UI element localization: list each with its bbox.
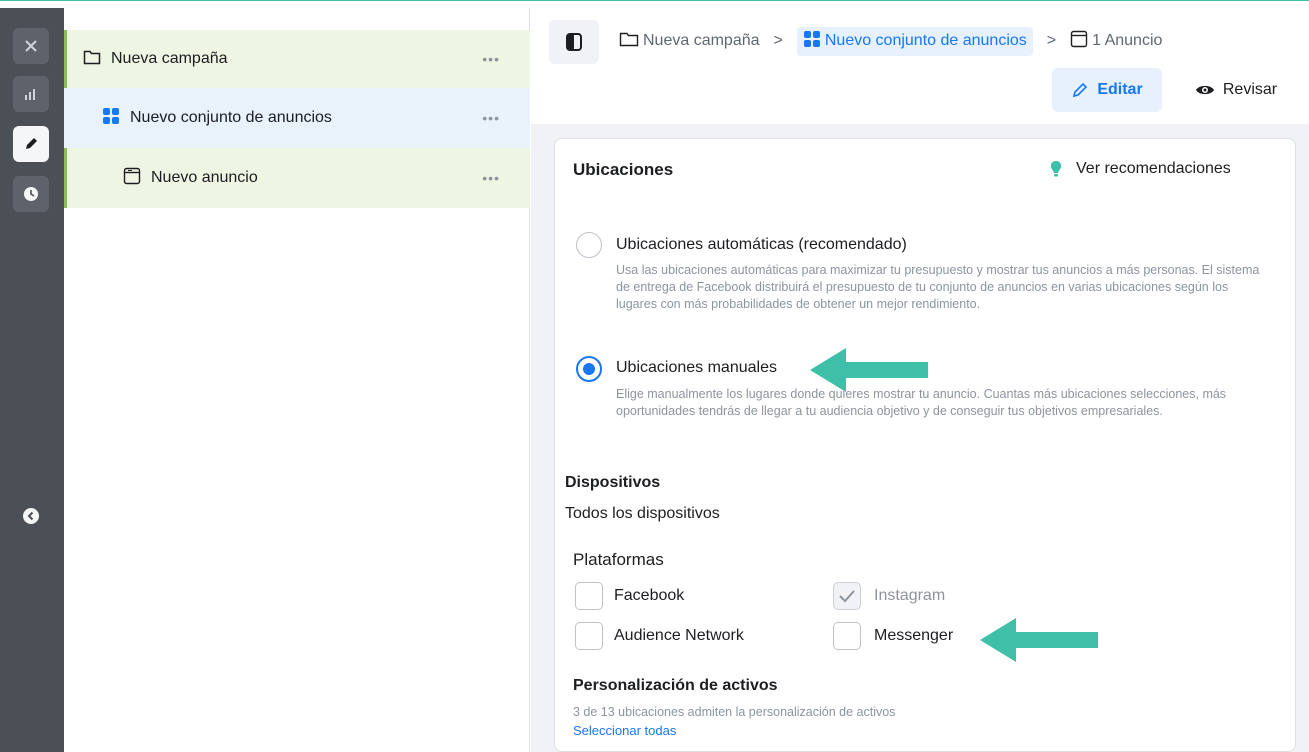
tree-item-label: Nuevo anuncio (151, 169, 258, 186)
reports-button[interactable] (13, 76, 49, 112)
facebook-label: Facebook (614, 587, 685, 604)
messenger-checkbox[interactable] (833, 622, 861, 650)
edit-label: Editar (1097, 81, 1143, 98)
instagram-label: Instagram (874, 587, 946, 604)
left-rail (0, 8, 64, 752)
breadcrumb-label: Nuevo conjunto de anuncios (824, 32, 1027, 49)
window-frame (0, 0, 1309, 5)
breadcrumb: Nueva campaña > Nuevo conjunto de anunci… (619, 26, 1162, 56)
messenger-label: Messenger (874, 627, 954, 644)
manual-placements-radio[interactable] (576, 356, 602, 382)
placements-card (554, 138, 1296, 752)
ad-icon (1070, 30, 1088, 53)
breadcrumb-campaign[interactable]: Nueva campaña (619, 31, 760, 52)
automatic-placements-description: Usa las ubicaciones automáticas para max… (616, 263, 1260, 311)
review-label: Revisar (1222, 81, 1278, 98)
editor-header: Nueva campaña > Nuevo conjunto de anunci… (531, 8, 1309, 124)
recommendations-label: Ver recomendaciones (1076, 160, 1231, 177)
asset-customization-description: 3 de 13 ubicaciones admiten la personali… (573, 705, 896, 719)
collapse-button[interactable] (13, 498, 49, 534)
platforms-title: Plataformas (573, 550, 664, 569)
arrow-annotation-manual (810, 348, 928, 392)
breadcrumb-ad[interactable]: 1 Anuncio (1070, 30, 1162, 53)
tree-item-adset[interactable]: Nuevo conjunto de anuncios ••• (64, 88, 530, 148)
pencil-icon (26, 138, 37, 149)
facebook-checkbox[interactable] (575, 582, 603, 610)
lightbulb-icon (1050, 161, 1062, 177)
audience-network-label: Audience Network (614, 627, 744, 644)
more-options-button[interactable]: ••• (482, 51, 500, 67)
asset-customization-title: Personalización de activos (573, 677, 778, 694)
ad-icon (123, 167, 141, 190)
tree-item-label: Nueva campaña (111, 50, 228, 67)
grid-icon (102, 107, 120, 130)
select-all-link[interactable]: Seleccionar todas (573, 723, 676, 738)
breadcrumb-adset[interactable]: Nuevo conjunto de anuncios (796, 26, 1033, 56)
pencil-icon (1073, 82, 1088, 98)
recommendations-link[interactable]: Ver recomendaciones (1050, 160, 1231, 178)
folder-icon (619, 31, 639, 52)
panel-toggle-button[interactable] (549, 20, 599, 64)
close-icon (25, 40, 37, 52)
tree-item-ad[interactable]: Nuevo anuncio ••• (64, 148, 530, 208)
devices-value[interactable]: Todos los dispositivos (565, 505, 720, 523)
manual-placements-title: Ubicaciones manuales (616, 359, 777, 376)
more-options-button[interactable]: ••• (482, 170, 500, 186)
history-button[interactable] (13, 176, 49, 212)
chevron-left-icon (23, 508, 39, 524)
manual-placements-description: Elige manualmente los lugares donde quie… (616, 387, 1227, 418)
arrow-annotation-messenger (980, 618, 1098, 662)
campaign-tree: Nueva campaña ••• Nuevo conjunto de anun… (64, 8, 530, 752)
grid-icon (803, 30, 821, 53)
breadcrumb-separator: > (773, 32, 783, 49)
automatic-placements-radio[interactable] (576, 232, 602, 258)
audience-network-checkbox[interactable] (575, 622, 603, 650)
automatic-placements-title: Ubicaciones automáticas (recomendado) (616, 236, 907, 253)
clock-icon (24, 187, 38, 201)
edit-mode-button[interactable] (13, 126, 49, 162)
close-button[interactable] (13, 28, 49, 64)
breadcrumb-separator: > (1046, 32, 1057, 49)
breadcrumb-label: 1 Anuncio (1092, 32, 1163, 49)
breadcrumb-label: Nueva campaña (643, 32, 760, 49)
more-options-button[interactable]: ••• (482, 110, 500, 126)
checkmark-icon (839, 590, 855, 603)
eye-icon (1195, 85, 1214, 95)
edit-button[interactable]: Editar (1052, 68, 1162, 112)
tree-item-campaign[interactable]: Nueva campaña ••• (64, 30, 530, 88)
tree-item-label: Nuevo conjunto de anuncios (130, 109, 332, 126)
chart-icon (25, 89, 35, 100)
instagram-checkbox[interactable] (833, 582, 861, 610)
review-button[interactable]: Revisar (1181, 68, 1291, 112)
panel-icon (566, 33, 582, 51)
folder-icon (83, 49, 101, 70)
devices-title: Dispositivos (565, 474, 661, 491)
section-title-placements: Ubicaciones (573, 160, 674, 179)
